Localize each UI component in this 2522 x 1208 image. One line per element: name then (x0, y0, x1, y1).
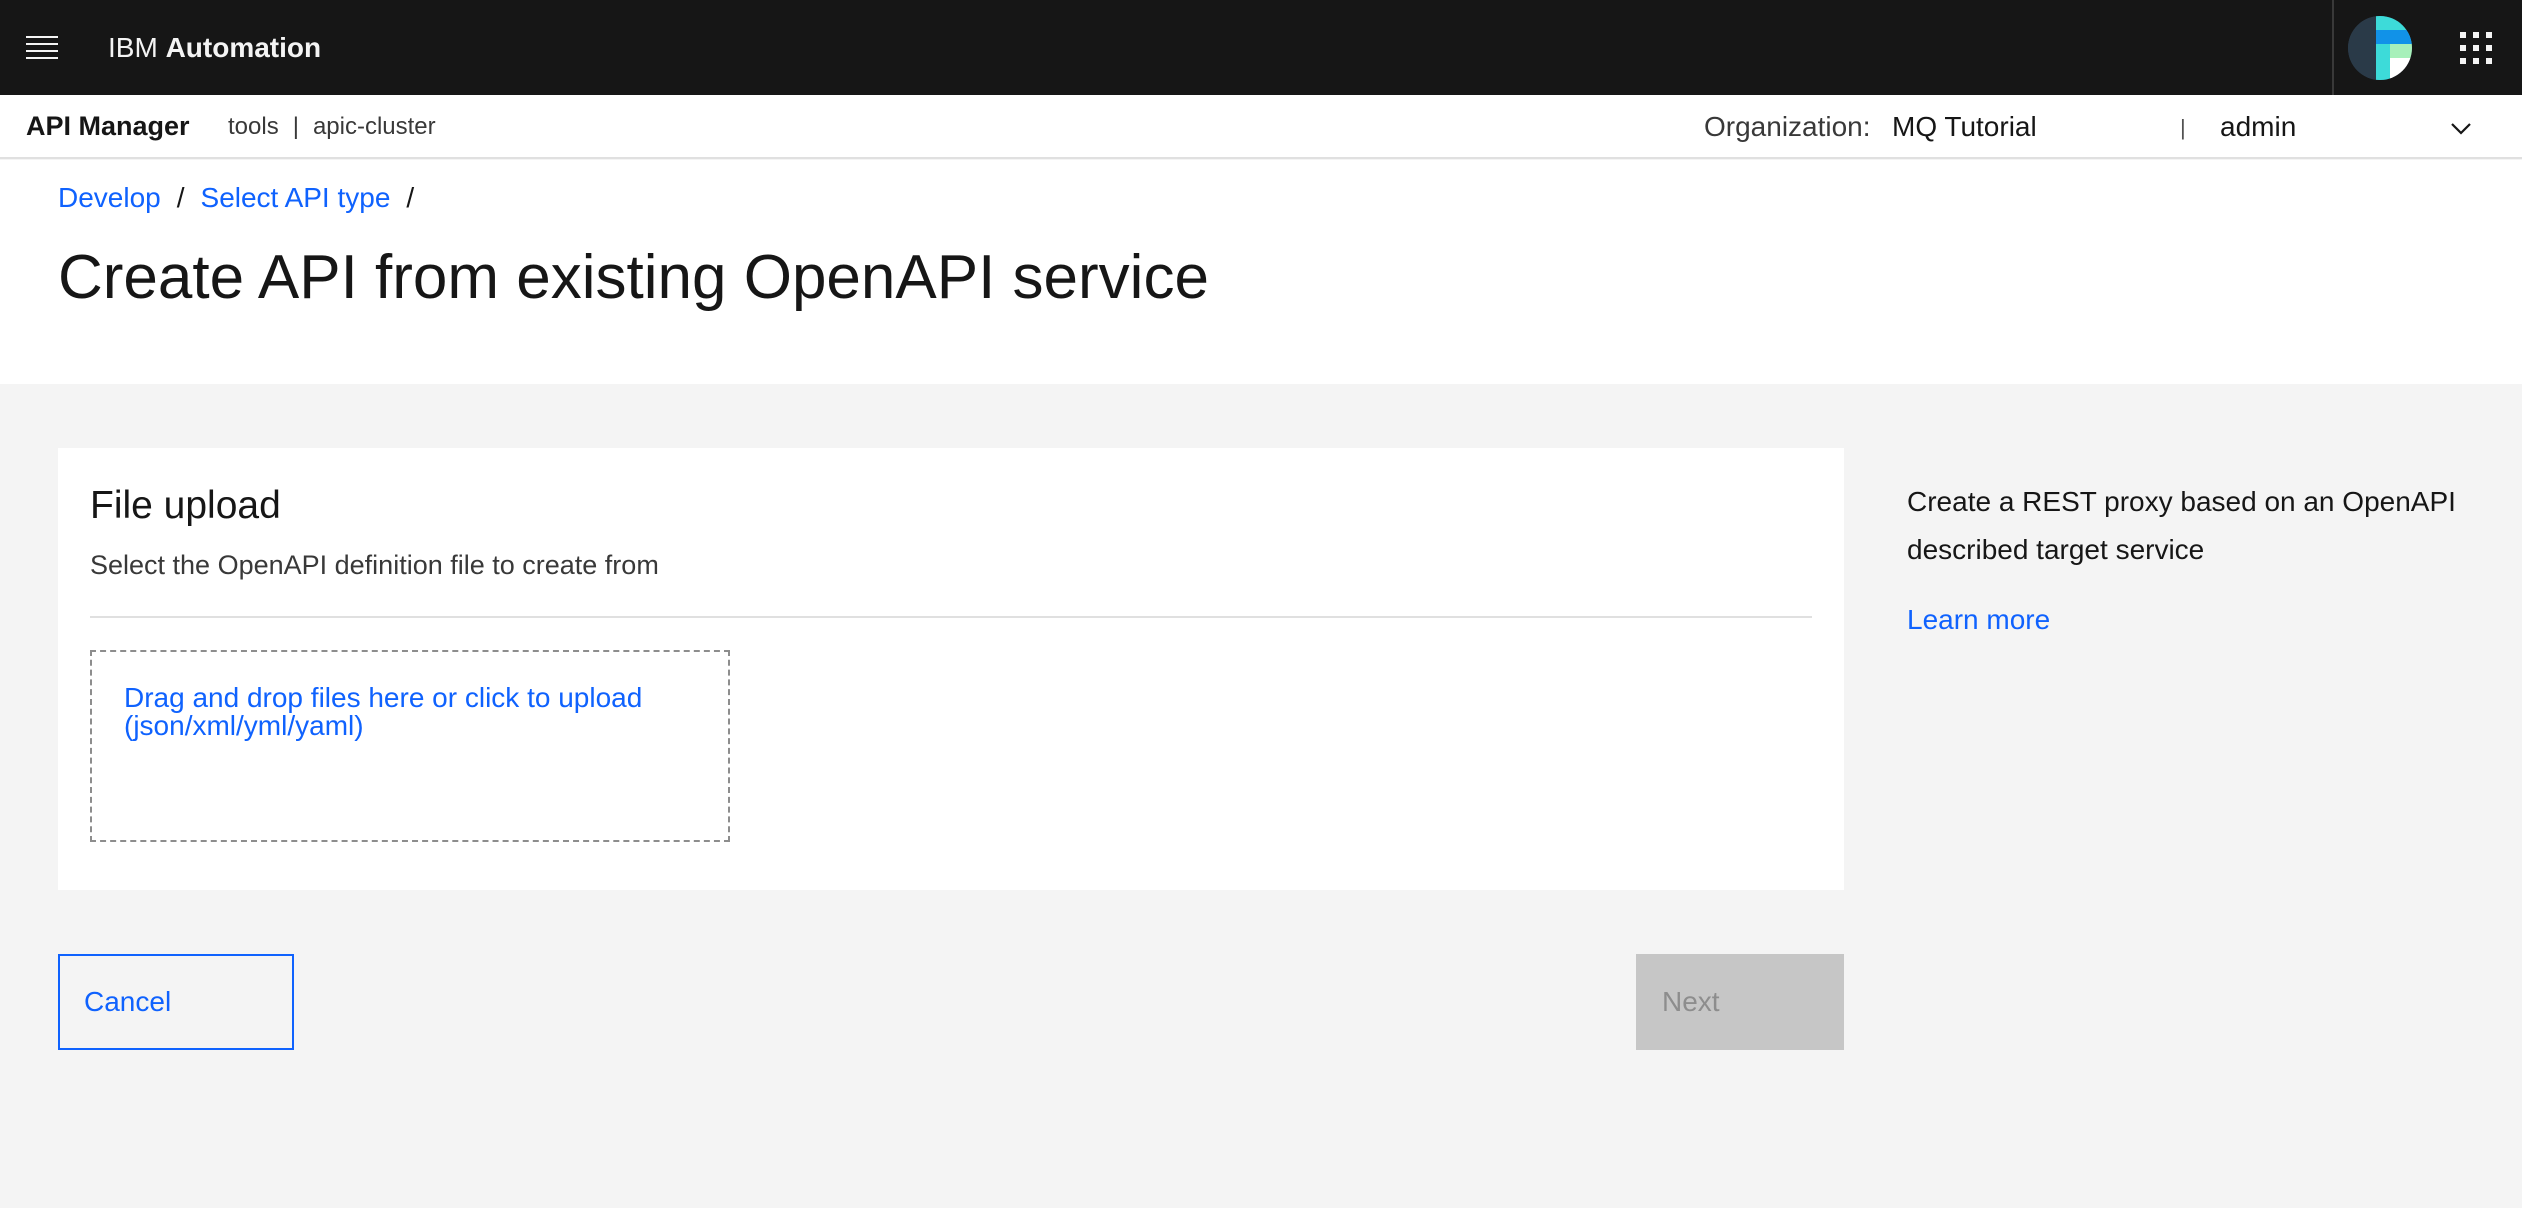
product-brand: IBM Automation (108, 30, 321, 66)
app-header: API Manager tools | apic-cluster Organizat… (0, 95, 2522, 159)
breadcrumb-separator: / (176, 182, 185, 213)
card-divider (90, 616, 1812, 618)
card-title: File upload (90, 484, 281, 527)
breadcrumb-separator: / (406, 182, 415, 213)
global-header: IBM Automation (0, 0, 2522, 95)
organization-label: Organization: (1704, 111, 1871, 142)
user-name: admin (2220, 111, 2297, 142)
avatar-icon[interactable] (2348, 16, 2412, 80)
card-description: Select the OpenAPI definition file to cr… (90, 550, 659, 580)
dropzone-line-2: (json/xml/yml/yaml) (124, 710, 364, 741)
brand-name: Automation (165, 32, 322, 63)
page-header: Develop / Select API type / Create API from… (0, 160, 2522, 384)
file-upload-card: File upload Select the OpenAPI definitio… (58, 448, 1844, 890)
header-divider (2332, 0, 2334, 95)
user-menu[interactable]: admin (2210, 105, 2480, 149)
context-tools: tools (228, 113, 279, 140)
context-cluster: apic-cluster (312, 113, 436, 140)
next-button[interactable]: Next (1636, 954, 1844, 1050)
breadcrumb: Develop / Select API type / (58, 182, 430, 214)
breadcrumb-select-api-type[interactable]: Select API type (201, 182, 391, 213)
help-text: Create a REST proxy based on an OpenAPI … (1907, 486, 2456, 565)
page-title: Create API from existing OpenAPI service (58, 243, 1209, 312)
file-dropzone[interactable]: Drag and drop files here or click to upl… (90, 650, 730, 842)
dropzone-line-1: Drag and drop files here or click to upl… (124, 682, 643, 713)
breadcrumb-develop[interactable]: Develop (58, 182, 161, 213)
menu-icon[interactable] (22, 30, 62, 66)
cancel-button[interactable]: Cancel (58, 954, 294, 1050)
app-switcher-icon[interactable] (2456, 28, 2496, 68)
app-title[interactable]: API Manager (26, 111, 190, 142)
learn-more-link[interactable]: Learn more (1907, 604, 2050, 636)
organization-value[interactable]: MQ Tutorial (1892, 111, 2037, 143)
context-crumbs: tools | apic-cluster (228, 113, 436, 141)
user-separator: | (2180, 115, 2186, 140)
context-separator: | (292, 113, 299, 140)
brand-prefix: IBM (108, 32, 158, 63)
dropzone-label: Drag and drop files here or click to upl… (124, 684, 704, 740)
chevron-down-icon (2451, 123, 2471, 135)
